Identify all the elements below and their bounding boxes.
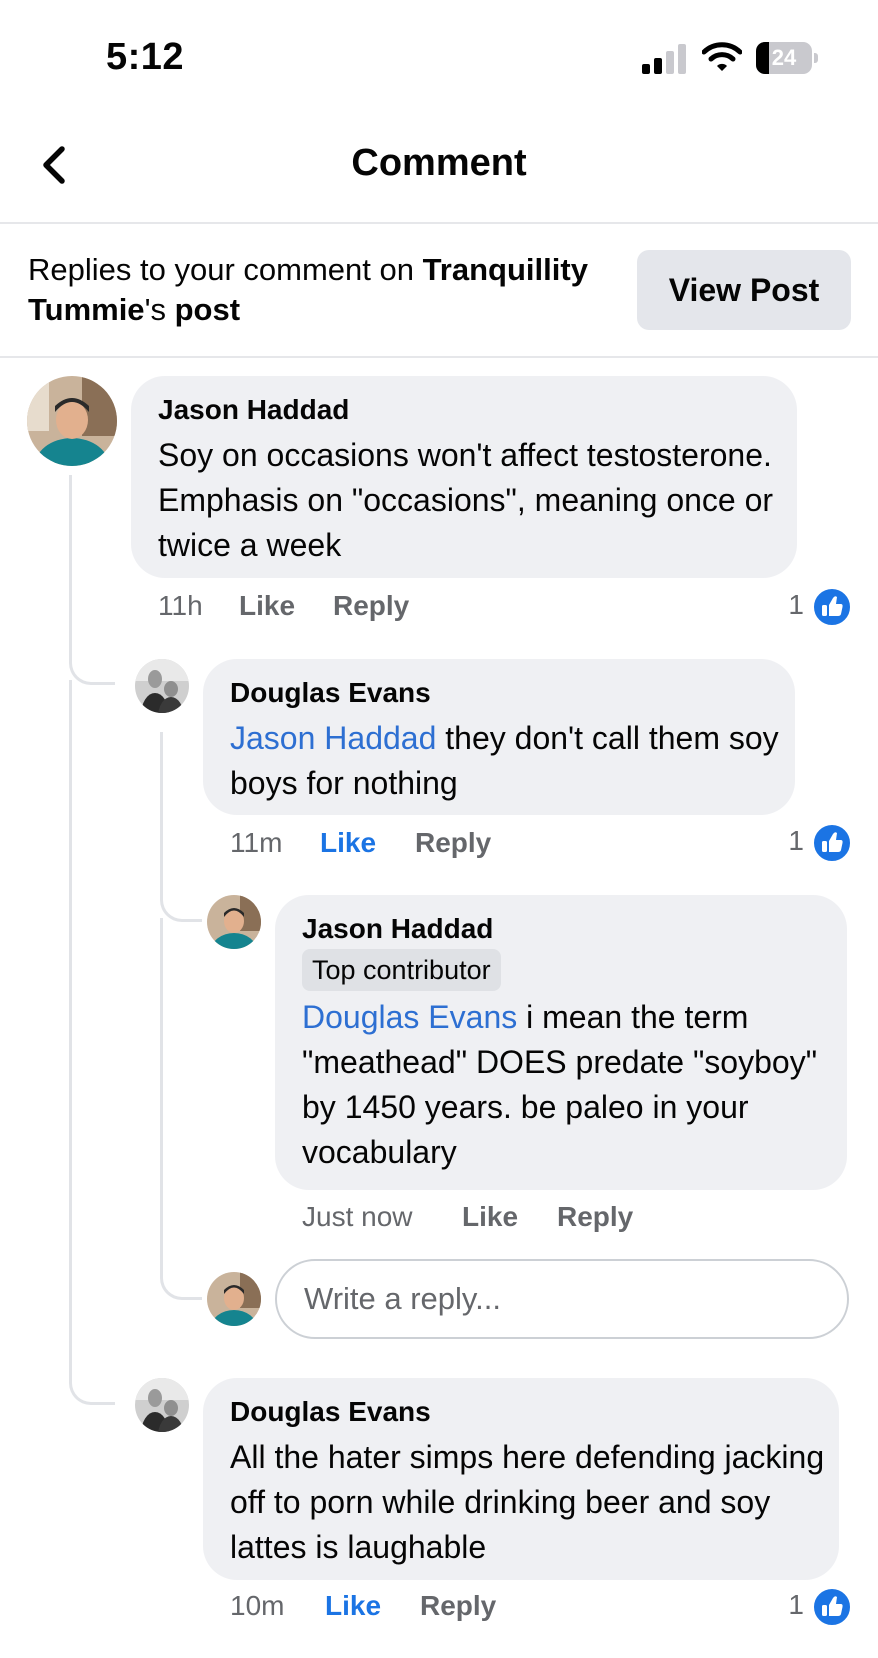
mention-link[interactable]: Jason Haddad (230, 720, 436, 756)
avatar-jason-image (207, 1272, 261, 1326)
comment-bubble: Jason Haddad Soy on occasions won't affe… (131, 376, 797, 578)
comment-bubble: Douglas Evans All the hater simps here d… (203, 1378, 839, 1580)
avatar[interactable] (207, 895, 261, 949)
comment-text: Jason Haddad they don't call them soy bo… (230, 720, 779, 801)
mention-link[interactable]: Douglas Evans (302, 999, 517, 1035)
top-contributor-badge: Top contributor (302, 949, 501, 991)
comment-actions: 11h Like Reply (158, 590, 558, 630)
avatar-jason-image (27, 376, 117, 466)
reaction-count: 1 (788, 1589, 804, 1620)
comment-timestamp: Just now (302, 1201, 413, 1232)
comment-timestamp: 10m (230, 1590, 285, 1621)
reply-button[interactable]: Reply (333, 590, 409, 622)
reply-button[interactable]: Reply (557, 1201, 633, 1233)
comment-timestamp: 11h (158, 590, 203, 621)
comment-author[interactable]: Jason Haddad (158, 394, 349, 426)
comment-author[interactable]: Douglas Evans (230, 677, 431, 709)
like-button[interactable]: Like (239, 590, 295, 622)
comment-actions: Just now Like Reply (302, 1201, 702, 1241)
comment-text: All the hater simps here defending jacki… (230, 1439, 825, 1565)
comment-actions: 10m Like Reply (230, 1590, 630, 1630)
comment-author[interactable]: Jason Haddad (302, 913, 493, 945)
status-time: 5:12 (106, 36, 185, 78)
avatar-douglas-image (135, 1378, 189, 1432)
reaction-summary[interactable]: 1 (760, 1587, 852, 1627)
avatar[interactable] (135, 1378, 189, 1432)
wifi-icon (702, 42, 742, 71)
thumbs-up-icon (812, 587, 852, 627)
like-button[interactable]: Like (320, 827, 376, 859)
like-button[interactable]: Like (462, 1201, 518, 1233)
reply-button[interactable]: Reply (420, 1590, 496, 1622)
thread-line (160, 918, 202, 1300)
avatar[interactable] (27, 376, 117, 466)
page-title: Comment (351, 142, 527, 184)
reply-bubble: Douglas Evans Jason Haddad they don't ca… (203, 659, 795, 815)
thread-line (160, 732, 202, 922)
top-nav-bar: Comment (0, 110, 878, 224)
battery-level: 24 (771, 45, 797, 70)
avatar-douglas-image (135, 659, 189, 713)
status-bar: 5:12 24 (0, 0, 878, 110)
current-user-avatar (207, 1272, 261, 1326)
reaction-count: 1 (788, 825, 804, 856)
reaction-count: 1 (788, 589, 804, 620)
reaction-summary[interactable]: 1 (760, 587, 852, 627)
thread-line (69, 680, 115, 1405)
thread-line (69, 475, 115, 685)
reply-bubble: Jason Haddad Top contributor Douglas Eva… (275, 895, 847, 1190)
view-post-button[interactable]: View Post (637, 250, 851, 330)
avatar[interactable] (135, 659, 189, 713)
comment-timestamp: 11m (230, 827, 283, 858)
comment-text: Douglas Evans i mean the term "meathead"… (302, 999, 818, 1170)
cellular-signal-icon (642, 44, 686, 74)
comment-author[interactable]: Douglas Evans (230, 1396, 431, 1428)
comment-text: Soy on occasions won't affect testostero… (158, 437, 774, 563)
comment-actions: 11m Like Reply (230, 827, 630, 867)
thumbs-up-icon (812, 1587, 852, 1627)
battery-icon: 24 (756, 42, 818, 74)
reply-button[interactable]: Reply (415, 827, 491, 859)
like-button[interactable]: Like (325, 1590, 381, 1622)
write-reply-input[interactable]: Write a reply... (275, 1259, 849, 1339)
replies-banner: Replies to your comment on Tranquillity … (0, 224, 878, 358)
avatar-jason-image (207, 895, 261, 949)
thumbs-up-icon (812, 823, 852, 863)
reaction-summary[interactable]: 1 (760, 823, 852, 863)
replies-context-text: Replies to your comment on Tranquillity … (28, 252, 588, 327)
